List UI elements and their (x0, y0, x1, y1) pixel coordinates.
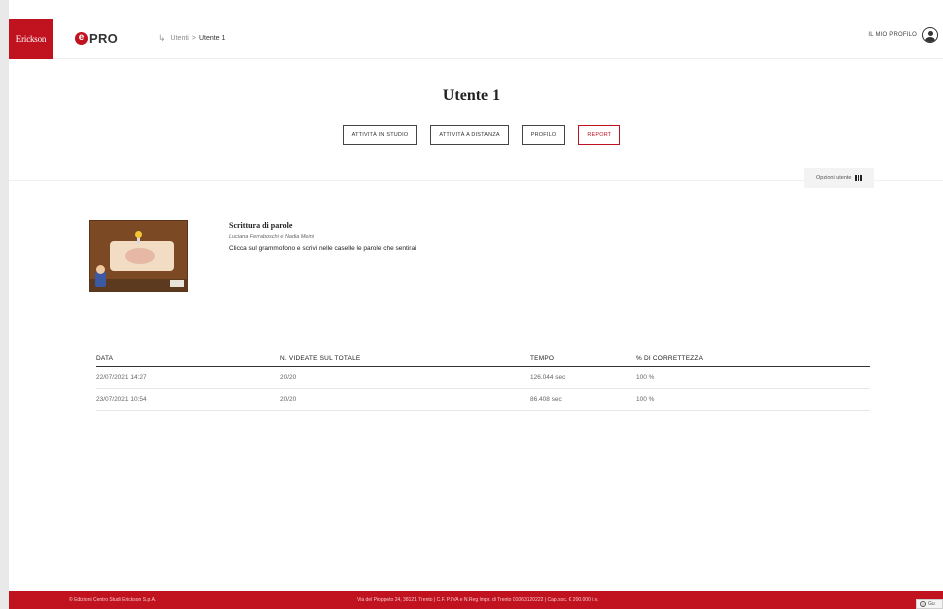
user-options-label: Opzioni utente (816, 175, 852, 181)
page-title: Utente 1 (442, 87, 501, 104)
table-row: 23/07/2021 10:54 20/20 86.408 sec 100 % (96, 389, 870, 411)
header-correttezza: % DI CORRETTEZZA (636, 354, 704, 362)
epro-logo[interactable]: e PRO (75, 28, 118, 48)
tab-attivita-in-studio[interactable]: ATTIVITÀ IN STUDIO (342, 125, 418, 145)
my-profile-button[interactable]: IL MIO PROFILO (868, 27, 938, 43)
activity-title: Scrittura di parole (229, 221, 293, 230)
tab-profilo[interactable]: PROFILO (521, 125, 566, 145)
user-circle-icon[interactable] (922, 27, 938, 43)
header-videate: N. VIDEATE SUL TOTALE (280, 354, 361, 362)
breadcrumb-separator: > (191, 35, 196, 42)
header: Erickson e PRO ↳ Utenti > Utente 1 IL MI… (9, 19, 943, 59)
cell-videate: 20/20 (280, 374, 297, 381)
cell-data: 23/07/2021 10:54 (96, 396, 147, 403)
guide-button[interactable]: ? Gu (916, 599, 943, 609)
epro-e-icon: e (75, 31, 88, 45)
footer-address: Via del Pioppeto 24, 38121 Trento | C.F.… (357, 597, 599, 603)
page: Erickson e PRO ↳ Utenti > Utente 1 IL MI… (0, 0, 943, 609)
activity-authors: Luciana Ferraboschi e Nadia Meini (229, 234, 314, 240)
cell-correttezza: 100 % (636, 396, 655, 403)
cell-tempo: 86.408 sec (530, 396, 562, 403)
user-options-button[interactable]: Opzioni utente (804, 168, 874, 188)
header-tempo: TEMPO (530, 354, 555, 362)
activity-description: Clicca sul grammofono e scrivi nelle cas… (229, 245, 417, 252)
erickson-logo[interactable]: Erickson (9, 19, 53, 59)
columns-icon (855, 175, 862, 181)
breadcrumb: ↳ Utenti > Utente 1 (158, 33, 225, 44)
activity-thumbnail[interactable] (89, 220, 188, 292)
help-circle-icon: ? (920, 601, 926, 607)
cell-correttezza: 100 % (636, 374, 655, 381)
table-header: DATA N. VIDEATE SUL TOTALE TEMPO % DI CO… (96, 350, 870, 367)
cell-tempo: 126.044 sec (530, 374, 566, 381)
footer-copyright: © Edizioni Centro Studi Erickson S.p.A. (69, 597, 157, 603)
cell-videate: 20/20 (280, 396, 297, 403)
my-profile-label: IL MIO PROFILO (868, 32, 917, 38)
tab-attivita-a-distanza[interactable]: ATTIVITÀ A DISTANZA (430, 125, 509, 145)
header-data: DATA (96, 354, 114, 362)
epro-wordmark: PRO (89, 30, 119, 46)
footer: © Edizioni Centro Studi Erickson S.p.A. … (9, 591, 943, 609)
breadcrumb-parent[interactable]: Utenti (171, 35, 189, 42)
guide-label: Gu (928, 601, 935, 607)
breadcrumb-current: Utente 1 (198, 35, 226, 42)
report-table: DATA N. VIDEATE SUL TOTALE TEMPO % DI CO… (96, 350, 870, 411)
tab-report[interactable]: REPORT (578, 125, 621, 145)
tab-bar: ATTIVITÀ IN STUDIO ATTIVITÀ A DISTANZA P… (0, 125, 943, 145)
table-row: 22/07/2021 14:27 20/20 126.044 sec 100 % (96, 367, 870, 389)
cell-data: 22/07/2021 14:27 (96, 374, 147, 381)
return-arrow-icon: ↳ (158, 33, 166, 43)
section-divider (9, 180, 943, 181)
